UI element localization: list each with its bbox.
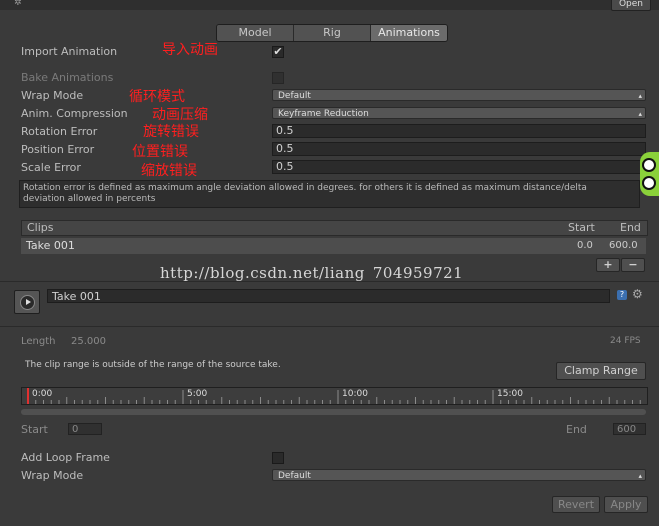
help-box: Rotation error is defined as maximum ang…: [19, 180, 640, 208]
dropdown-arrow-icon: ▴: [638, 92, 642, 100]
clip-name-field[interactable]: Take 001: [47, 289, 610, 303]
end-field[interactable]: 600: [613, 423, 646, 435]
timeline[interactable]: 0:00 5:00 10:00 15:00: [21, 387, 648, 405]
clips-header: Clips Start End: [21, 220, 648, 236]
import-animation-label: Import Animation: [21, 45, 118, 58]
divider: [0, 281, 659, 282]
scale-error-label: Scale Error: [21, 161, 81, 174]
anim-compression-value: Keyframe Reduction: [278, 109, 369, 119]
timeline-tick-label: 10:00: [342, 389, 368, 399]
remove-clip-button[interactable]: −: [621, 258, 645, 272]
clip-wrap-mode-label: Wrap Mode: [21, 469, 84, 482]
open-button[interactable]: Open: [611, 0, 651, 11]
clip-range-warning: The clip range is outside of the range o…: [25, 360, 281, 370]
tab-model[interactable]: Model: [217, 25, 294, 41]
play-icon: [20, 295, 35, 310]
play-triangle-icon: [26, 299, 31, 305]
fps-value: 24 FPS: [610, 336, 641, 346]
length-label: Length: [21, 336, 56, 347]
add-loop-frame-checkbox[interactable]: [272, 452, 284, 464]
help-icon[interactable]: ?: [617, 290, 627, 300]
wrap-mode-dropdown[interactable]: Default ▴: [272, 89, 646, 101]
clip-name: Take 001: [26, 239, 75, 252]
apply-button[interactable]: Apply: [604, 496, 648, 513]
length-value: 25.000: [71, 336, 106, 347]
tab-animations[interactable]: Animations: [371, 25, 447, 41]
clip-start: 0.0: [577, 240, 593, 251]
position-error-label: Position Error: [21, 143, 95, 156]
start-label: Start: [21, 423, 48, 436]
anim-compression-dropdown[interactable]: Keyframe Reduction ▴: [272, 107, 646, 119]
help-text-line-2: deviation allowed in percents: [23, 194, 156, 204]
preview-play-button[interactable]: [14, 290, 40, 314]
clip-wrap-mode-value: Default: [278, 471, 311, 481]
timeline-scrollbar[interactable]: [21, 409, 646, 415]
bake-animations-label: Bake Animations: [21, 71, 114, 84]
rotation-error-field[interactable]: 0.5: [272, 124, 646, 138]
wrap-mode-annotation: 循环模式: [129, 89, 185, 105]
scale-error-annotation: 缩放错误: [141, 163, 197, 179]
clip-end: 600.0: [609, 240, 638, 251]
check-icon: ✔: [273, 45, 283, 58]
add-loop-frame-label: Add Loop Frame: [21, 451, 110, 464]
end-column-header: End: [620, 221, 641, 234]
top-bar: [0, 0, 659, 10]
tab-rig[interactable]: Rig: [294, 25, 371, 41]
mascot-decoration: [640, 152, 659, 196]
import-animation-annotation: 导入动画: [162, 42, 218, 58]
watermark-text: http://blog.csdn.net/liang_704959721: [160, 264, 464, 282]
help-text-line-1: Rotation error is defined as maximum ang…: [23, 183, 587, 193]
rotation-error-label: Rotation Error: [21, 125, 98, 138]
dropdown-arrow-icon: ▴: [638, 472, 642, 480]
timeline-tick-label: 5:00: [187, 389, 208, 399]
clips-column-header: Clips: [27, 221, 54, 234]
mascot-eye: [642, 158, 656, 172]
clip-row[interactable]: Take 001 0.0 600.0: [21, 238, 646, 254]
import-animation-checkbox[interactable]: ✔: [272, 46, 284, 58]
rotation-error-annotation: 旋转错误: [143, 124, 199, 140]
end-label: End: [566, 423, 587, 436]
mascot-eye: [642, 176, 656, 190]
wrap-mode-label: Wrap Mode: [21, 89, 84, 102]
gear-icon[interactable]: ⚙: [632, 287, 643, 301]
dropdown-arrow-icon: ▴: [638, 110, 642, 118]
timeline-ticks: [27, 388, 641, 404]
wrap-mode-value: Default: [278, 91, 311, 101]
scale-error-field[interactable]: 0.5: [272, 160, 646, 174]
add-clip-button[interactable]: +: [596, 258, 620, 272]
settings-icon[interactable]: ✲: [14, 0, 28, 8]
timeline-tick-label: 15:00: [497, 389, 523, 399]
anim-compression-label: Anim. Compression: [21, 107, 128, 120]
start-column-header: Start: [568, 221, 595, 234]
revert-button[interactable]: Revert: [552, 496, 600, 513]
position-error-field[interactable]: 0.5: [272, 142, 646, 156]
import-tabs: Model Rig Animations: [216, 24, 448, 42]
divider: [0, 326, 659, 327]
clamp-range-button[interactable]: Clamp Range: [556, 362, 646, 380]
clip-wrap-mode-dropdown[interactable]: Default ▴: [272, 469, 646, 481]
timeline-tick-label: 0:00: [32, 389, 53, 399]
bake-animations-checkbox[interactable]: [272, 72, 284, 84]
start-field[interactable]: 0: [68, 423, 102, 435]
position-error-annotation: 位置错误: [132, 144, 188, 160]
